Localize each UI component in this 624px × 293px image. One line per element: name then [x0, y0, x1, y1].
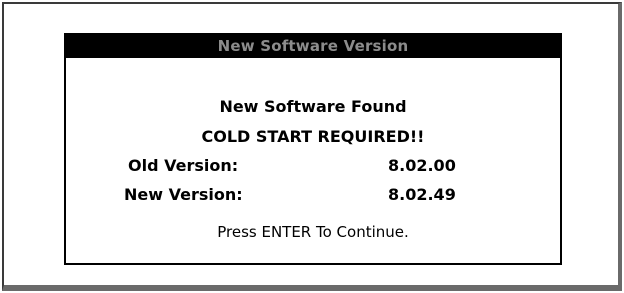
- dialog-title: New Software Version: [66, 35, 560, 58]
- old-version-label: Old Version:: [128, 156, 239, 175]
- new-version-label: New Version:: [124, 185, 243, 204]
- new-version-value: 8.02.49: [388, 185, 456, 204]
- new-software-found-message: New Software Found: [219, 97, 407, 116]
- software-update-dialog: New Software Version New Software Found …: [64, 33, 562, 265]
- old-version-value: 8.02.00: [388, 156, 456, 175]
- screen-frame: New Software Version New Software Found …: [2, 2, 622, 291]
- continue-prompt: Press ENTER To Continue.: [217, 223, 409, 241]
- cold-start-warning: COLD START REQUIRED!!: [201, 127, 425, 146]
